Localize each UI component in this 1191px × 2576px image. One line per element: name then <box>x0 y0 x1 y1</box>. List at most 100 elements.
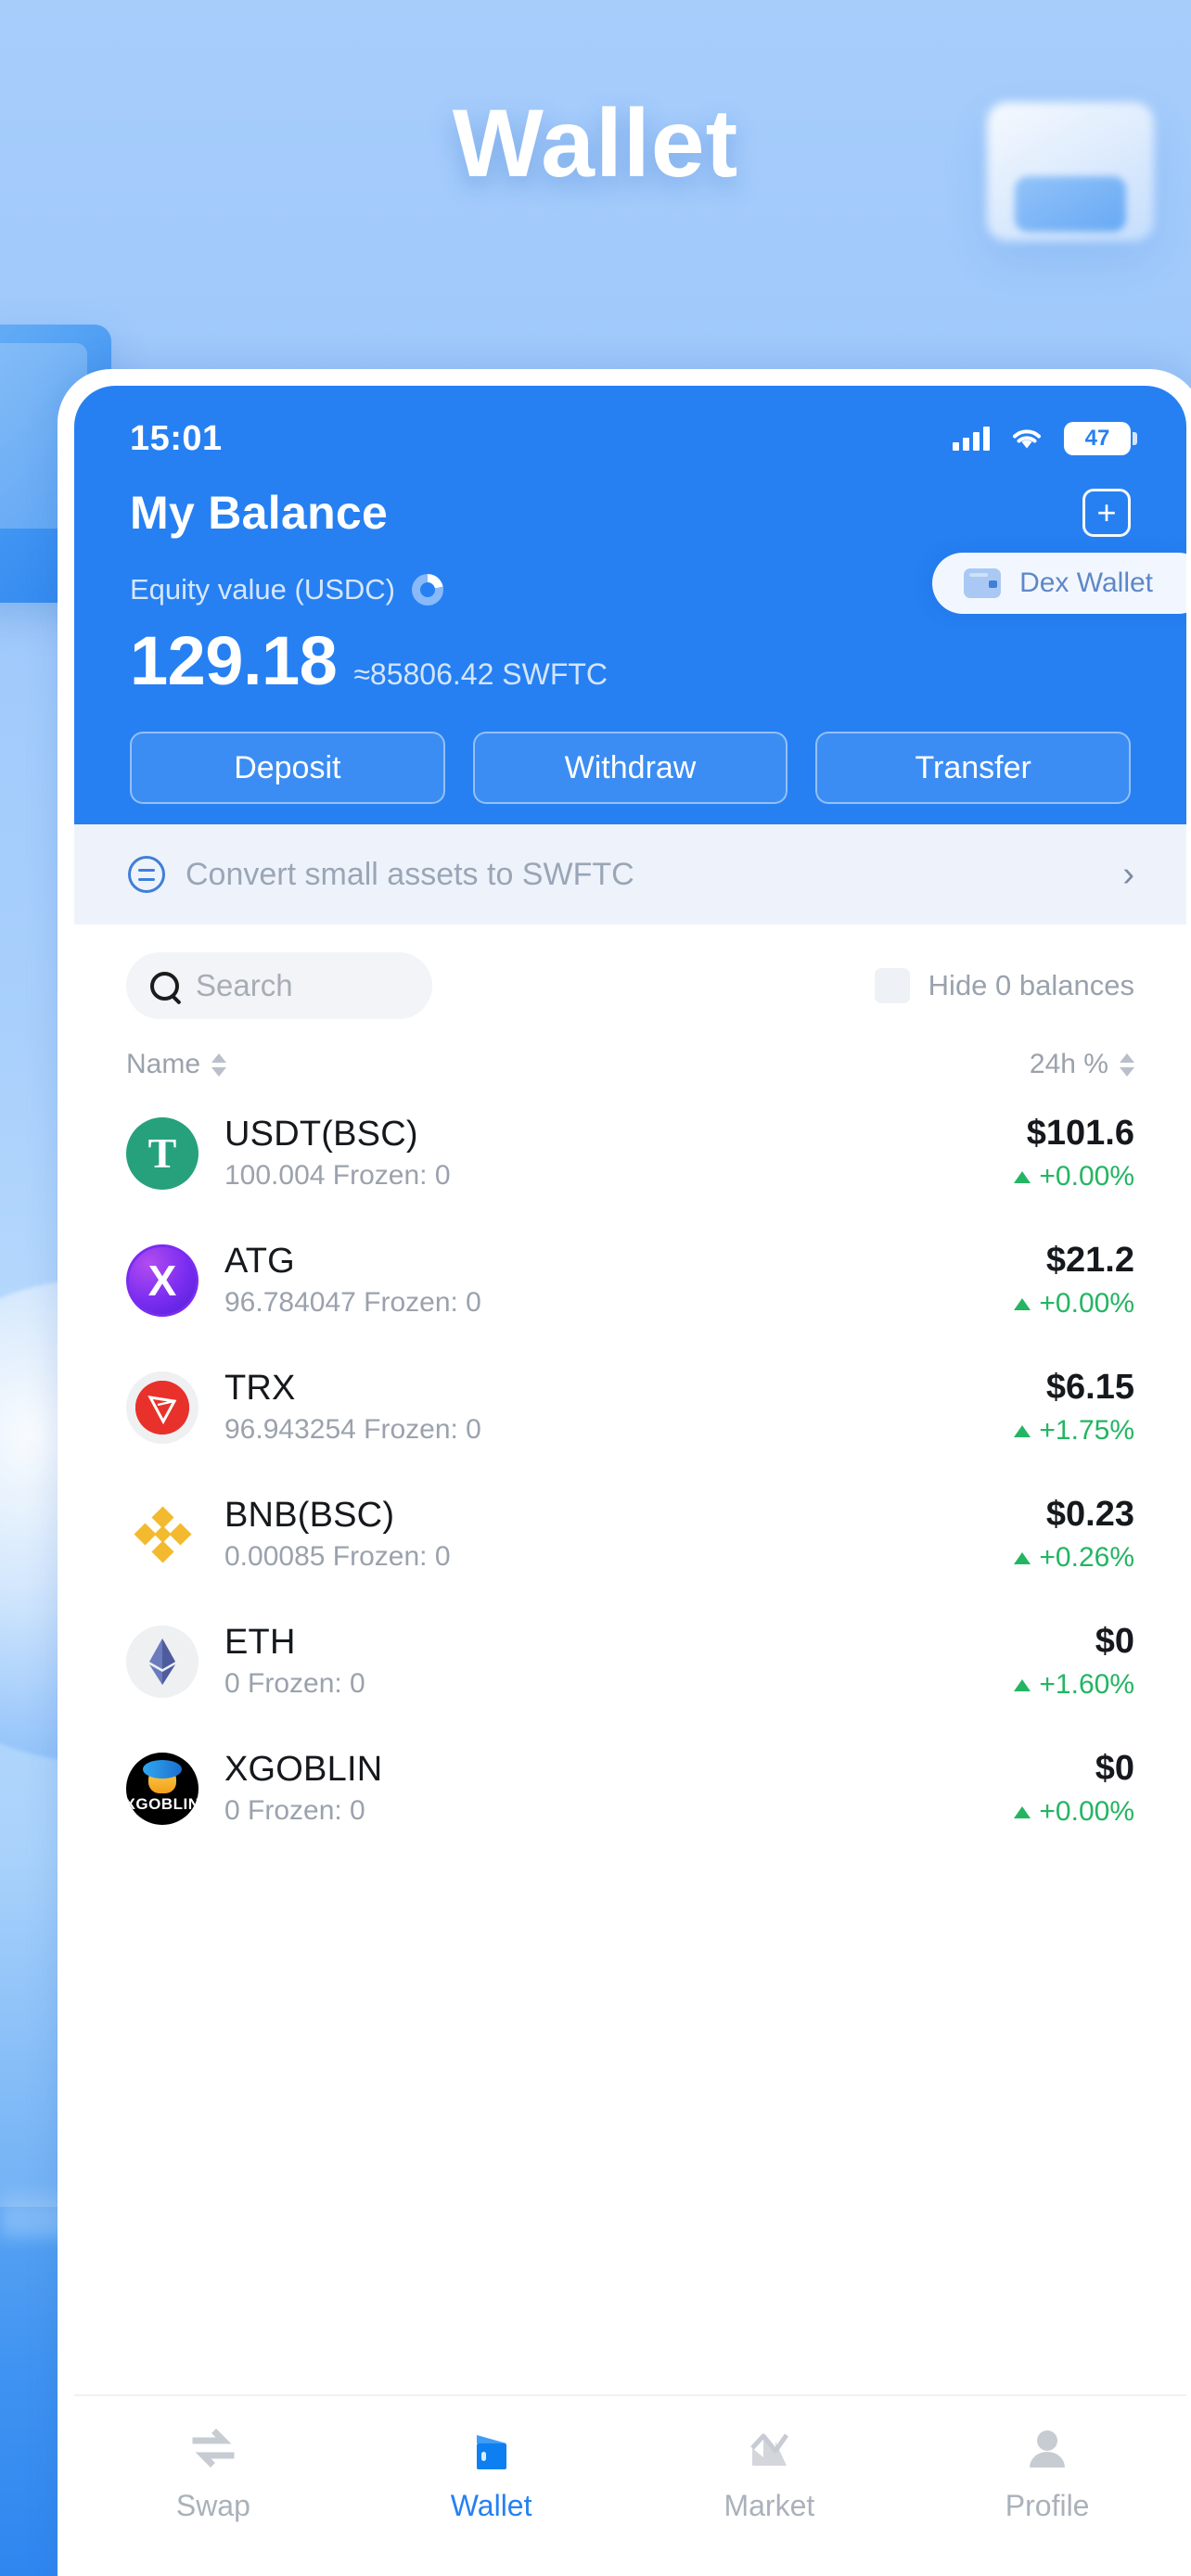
table-header: Name 24h % <box>126 1019 1134 1090</box>
asset-change: +0.00% <box>1014 1161 1134 1192</box>
asset-values: $0 +0.00% <box>1014 1749 1134 1828</box>
triangle-up-icon <box>1014 1551 1031 1564</box>
asset-change: +0.00% <box>1014 1288 1134 1320</box>
table-row[interactable]: TRX 96.943254 Frozen: 0 $6.15 +1.75% <box>126 1344 1134 1471</box>
tab-wallet-label: Wallet <box>450 2489 532 2522</box>
asset-change: +0.00% <box>1014 1796 1134 1828</box>
wifi-icon <box>1013 429 1041 449</box>
wallet-icon <box>467 2422 517 2474</box>
tab-market[interactable]: Market <box>631 2422 909 2523</box>
wallet-icon <box>964 568 1002 598</box>
hide-zero-checkbox[interactable] <box>874 968 910 1003</box>
asset-values: $0.23 +0.26% <box>1014 1495 1134 1574</box>
deposit-button[interactable]: Deposit <box>130 732 445 804</box>
table-row[interactable]: ATG 96.784047 Frozen: 0 $21.2 +0.00% <box>126 1217 1134 1344</box>
eth-icon <box>126 1625 198 1698</box>
asset-name: BNB(BSC) <box>224 1496 395 1535</box>
column-header-change: 24h % <box>1029 1049 1108 1079</box>
equity-label: Equity value (USDC) <box>130 573 395 606</box>
transfer-button[interactable]: Transfer <box>815 732 1132 804</box>
tab-wallet[interactable]: Wallet <box>352 2422 631 2523</box>
chevron-right-icon: › <box>1122 854 1134 894</box>
asset-balance: 0 Frozen: 0 <box>224 1668 365 1699</box>
asset-change: +1.60% <box>1014 1669 1134 1701</box>
asset-value: $0.23 <box>1045 1495 1134 1534</box>
balance-amount-alt: ≈85806.42 SWFTC <box>353 657 608 691</box>
status-time: 15:01 <box>130 418 223 458</box>
hide-zero-balances-toggle[interactable]: Hide 0 balances <box>874 968 1134 1003</box>
tab-swap[interactable]: Swap <box>74 2422 352 2523</box>
sort-arrows-name-icon <box>211 1052 227 1077</box>
swap-icon <box>188 2422 238 2474</box>
balance-amount-row: 129.18 ≈85806.42 SWFTC <box>74 606 1186 700</box>
phone-screen: 15:01 47 My Balance + Equity value (USDC… <box>74 386 1186 2576</box>
hide-zero-label: Hide 0 balances <box>928 969 1134 1001</box>
table-row[interactable]: USDT(BSC) 100.004 Frozen: 0 $101.6 +0.00… <box>126 1090 1134 1217</box>
asset-balance: 0 Frozen: 0 <box>224 1795 365 1826</box>
usdt-icon <box>126 1116 198 1190</box>
balance-amount: 129.18 <box>130 622 338 699</box>
asset-balance: 96.943254 Frozen: 0 <box>224 1414 481 1445</box>
sort-by-change[interactable]: 24h % <box>1030 1049 1134 1080</box>
asset-name: ETH <box>224 1623 296 1662</box>
asset-meta: USDT(BSC) 100.004 Frozen: 0 <box>224 1115 1014 1192</box>
asset-meta: ETH 0 Frozen: 0 <box>224 1623 1014 1700</box>
asset-change: +1.75% <box>1014 1415 1134 1447</box>
column-header-name: Name <box>126 1049 201 1079</box>
asset-name: ATG <box>224 1242 295 1281</box>
asset-values: $0 +1.60% <box>1014 1622 1134 1701</box>
table-row[interactable]: BNB(BSC) 0.00085 Frozen: 0 $0.23 +0.26% <box>126 1471 1134 1598</box>
hero-title: Wallet <box>452 90 739 198</box>
search-icon <box>150 971 179 1001</box>
profile-person-icon <box>1022 2422 1072 2474</box>
bottom-navigation: Swap Wallet Market Profile <box>74 2394 1186 2576</box>
asset-change-value: +0.26% <box>1039 1542 1134 1573</box>
asset-meta: BNB(BSC) 0.00085 Frozen: 0 <box>224 1496 1014 1573</box>
triangle-up-icon <box>1014 1297 1031 1310</box>
triangle-up-icon <box>1014 1170 1031 1183</box>
add-asset-button[interactable]: + <box>1082 489 1131 537</box>
asset-change: +0.26% <box>1014 1542 1134 1574</box>
table-row[interactable]: XGOBLIN XGOBLIN 0 Frozen: 0 $0 +0.00% <box>126 1725 1134 1852</box>
asset-balance: 0.00085 Frozen: 0 <box>224 1541 451 1572</box>
asset-name: TRX <box>224 1369 296 1408</box>
asset-values: $21.2 +0.00% <box>1014 1241 1134 1320</box>
equity-section: Equity value (USDC) Dex Wallet <box>74 540 1186 614</box>
asset-value: $21.2 <box>1045 1241 1134 1280</box>
asset-values: $101.6 +0.00% <box>1014 1114 1134 1192</box>
asset-values: $6.15 +1.75% <box>1014 1368 1134 1447</box>
triangle-up-icon <box>1014 1805 1031 1818</box>
xgoblin-icon: XGOBLIN <box>126 1752 198 1825</box>
search-placeholder: Search <box>196 968 293 1002</box>
trx-icon <box>126 1371 198 1444</box>
convert-small-assets-banner[interactable]: Convert small assets to SWFTC › <box>74 824 1186 925</box>
asset-value: $0 <box>1095 1749 1134 1788</box>
wallet-switcher[interactable]: Dex Wallet <box>932 553 1186 614</box>
tab-profile[interactable]: Profile <box>908 2422 1186 2523</box>
asset-change-value: +0.00% <box>1039 1161 1134 1192</box>
asset-value: $6.15 <box>1045 1368 1134 1407</box>
withdraw-button[interactable]: Withdraw <box>472 732 788 804</box>
asset-meta: TRX 96.943254 Frozen: 0 <box>224 1369 1014 1446</box>
wallet-switcher-label: Dex Wallet <box>1019 567 1153 598</box>
bnb-icon <box>126 1498 198 1571</box>
asset-change-value: +1.60% <box>1039 1669 1134 1700</box>
table-row[interactable]: ETH 0 Frozen: 0 $0 +1.60% <box>126 1598 1134 1725</box>
asset-value: $101.6 <box>1026 1114 1134 1153</box>
triangle-up-icon <box>1014 1678 1031 1691</box>
battery-indicator: 47 <box>1064 422 1137 455</box>
balance-title-row: My Balance + <box>74 471 1186 540</box>
asset-name: USDT(BSC) <box>224 1115 418 1154</box>
asset-list-area: Search Hide 0 balances Name 24h % T USDT… <box>74 925 1186 1852</box>
sort-arrows-change-icon <box>1120 1052 1134 1077</box>
donut-chart-icon[interactable] <box>411 574 443 606</box>
phone-frame: 15:01 47 My Balance + Equity value (USDC… <box>58 369 1191 2576</box>
search-input[interactable]: Search <box>126 952 432 1019</box>
asset-balance: 100.004 Frozen: 0 <box>224 1160 451 1191</box>
asset-meta: ATG 96.784047 Frozen: 0 <box>224 1242 1014 1319</box>
page-title: My Balance <box>130 487 389 539</box>
convert-equals-icon <box>128 856 165 893</box>
asset-change-value: +0.00% <box>1039 1288 1134 1319</box>
status-indicators: 47 <box>953 422 1137 455</box>
sort-by-name[interactable]: Name <box>126 1049 227 1080</box>
